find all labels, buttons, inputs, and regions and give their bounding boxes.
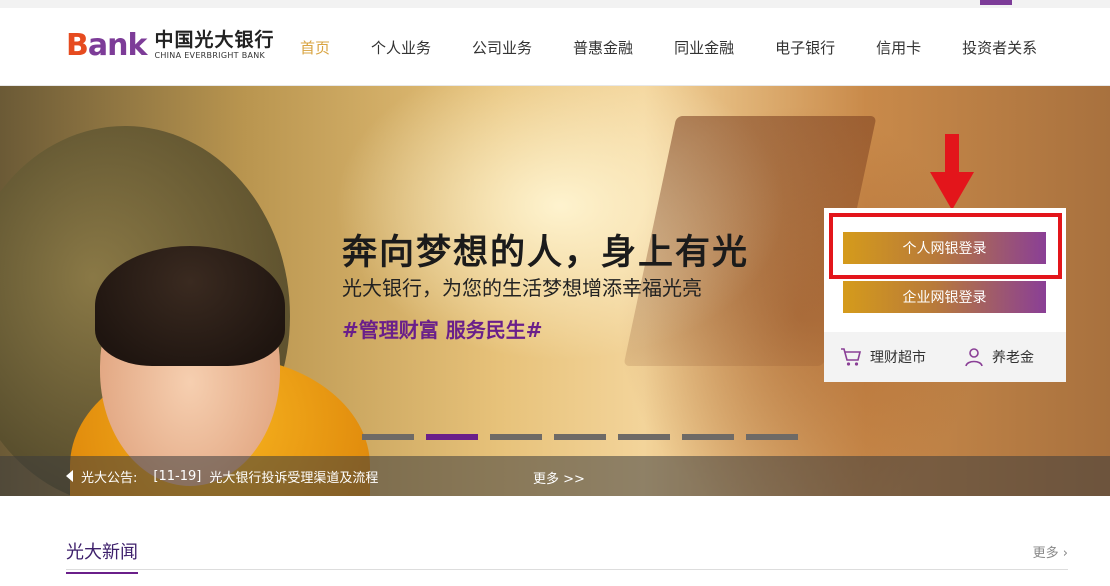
pension-label: 养老金	[992, 350, 1034, 366]
notice-prev-arrow-icon[interactable]	[66, 470, 73, 482]
nav-item-inclusive-finance[interactable]: 普惠金融	[573, 37, 633, 58]
notice-date: [11-19]	[153, 468, 202, 484]
slogan-sub: 光大银行，为您的生活梦想增添幸福光亮	[342, 276, 702, 300]
logo-name-cn: 中国光大银行	[154, 29, 275, 51]
hero-banner[interactable]: 奔向梦想的人，身上有光 光大银行，为您的生活梦想增添幸福光亮 #管理财富 服务民…	[0, 86, 1110, 496]
nav-item-credit-card[interactable]: 信用卡	[876, 37, 921, 58]
slogan-main: 奔向梦想的人，身上有光	[342, 233, 750, 273]
logo-bank-word: Bank	[66, 27, 147, 63]
carousel-dot[interactable]	[490, 434, 542, 440]
banner-child-hair	[95, 246, 285, 366]
header: Bank 中国光大银行 CHINA EVERBRIGHT BANK 首页 个人业…	[0, 8, 1110, 86]
person-icon	[965, 348, 983, 367]
logo-text: 中国光大银行 CHINA EVERBRIGHT BANK	[154, 30, 274, 61]
carousel-indicators	[362, 434, 810, 440]
news-section-title[interactable]: 光大新闻	[66, 538, 138, 574]
login-panel-links: 理财超市 养老金	[824, 332, 1066, 382]
nav-item-corporate[interactable]: 公司业务	[472, 37, 532, 58]
news-section-header: 光大新闻 更多 ›	[66, 528, 1068, 574]
slogan-hashtag: #管理财富 服务民生#	[342, 318, 543, 342]
carousel-dot[interactable]	[746, 434, 798, 440]
bank-logo[interactable]: Bank 中国光大银行 CHINA EVERBRIGHT BANK	[66, 30, 274, 61]
carousel-dot[interactable]	[682, 434, 734, 440]
carousel-dot[interactable]	[618, 434, 670, 440]
red-arrow-down-icon	[930, 134, 974, 210]
banner-slogan: 奔向梦想的人，身上有光 光大银行，为您的生活梦想增添幸福光亮 #管理财富 服务民…	[342, 232, 749, 343]
notice-label: 光大公告:	[81, 470, 138, 486]
top-purple-tab	[980, 0, 1012, 5]
enterprise-ebanking-login-button[interactable]: 企业网银登录	[843, 281, 1046, 313]
carousel-dot[interactable]	[362, 434, 414, 440]
carousel-dot-active[interactable]	[426, 434, 478, 440]
nav-item-ebanking[interactable]: 电子银行	[775, 37, 835, 58]
logo-name-en: CHINA EVERBRIGHT BANK	[154, 51, 266, 60]
chevron-right-icon: ›	[1062, 546, 1068, 561]
notice-more-link[interactable]: 更多 >>	[533, 468, 585, 487]
carousel-dot[interactable]	[554, 434, 606, 440]
notice-link[interactable]: 光大银行投诉受理渠道及流程	[209, 467, 378, 486]
pension-link[interactable]: 养老金	[964, 347, 1034, 367]
nav-item-home[interactable]: 首页	[300, 37, 330, 58]
red-highlight-box	[829, 213, 1062, 279]
wealth-market-label: 理财超市	[870, 350, 926, 366]
main-nav: 首页 个人业务 公司业务 普惠金融 同业金融 电子银行 信用卡 投资者关系	[300, 8, 1037, 86]
nav-item-personal[interactable]: 个人业务	[371, 37, 431, 58]
wealth-market-link[interactable]: 理财超市	[840, 347, 926, 367]
nav-item-investor-relations[interactable]: 投资者关系	[962, 37, 1037, 58]
top-bar	[0, 0, 1110, 8]
shopping-cart-icon	[841, 348, 862, 366]
nav-item-interbank[interactable]: 同业金融	[674, 37, 734, 58]
notice-bar: 光大公告: [11-19] 光大银行投诉受理渠道及流程 更多 >>	[0, 456, 1110, 496]
news-more-link[interactable]: 更多 ›	[1033, 542, 1068, 561]
